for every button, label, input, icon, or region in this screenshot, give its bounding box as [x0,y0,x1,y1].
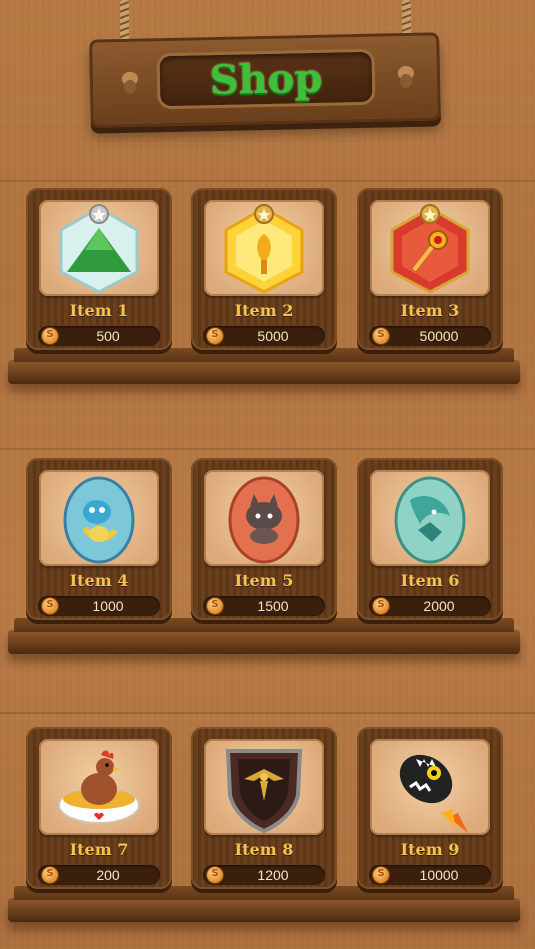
chicken-bowl-icon [58,750,140,824]
knot-icon [397,66,414,89]
shield-icon [225,749,303,834]
coin-icon [373,328,389,344]
price-tag: 1000 [38,596,160,616]
rocket-bomb-icon [399,754,468,833]
shelf-3 [8,886,520,922]
item-image [204,200,324,296]
price-tag: 200 [38,865,160,885]
wood-grain [0,180,535,182]
item-name: Item 8 [234,840,294,859]
item-image [39,200,159,296]
shop-item-6[interactable]: Item 6 2000 [357,458,503,620]
item-name: Item 5 [234,571,294,590]
page-title: Shop [209,54,323,105]
item-price: 50000 [419,328,459,344]
price-tag: 10000 [369,865,491,885]
item-name: Item 1 [69,301,129,320]
price-tag: 2000 [369,596,491,616]
knot-icon [121,71,138,94]
coin-icon [207,328,223,344]
coin-icon [42,328,58,344]
item-price: 1200 [257,867,289,883]
shop-item-3[interactable]: Item 3 50000 [357,188,503,350]
shop-item-2[interactable]: Item 2 5000 [191,188,337,350]
item-image [39,470,159,566]
shop-item-8[interactable]: Item 8 1200 [191,727,337,889]
item-name: Item 4 [69,571,129,590]
coin-icon [42,867,58,883]
item-price: 5000 [257,328,289,344]
coin-icon [373,598,389,614]
red-gem-key-icon [390,204,470,294]
shop-title-sign: Shop [89,32,441,128]
item-price: 2000 [423,598,455,614]
item-price: 1500 [257,598,289,614]
item-price: 10000 [419,867,459,883]
item-image [204,739,324,835]
item-price: 500 [96,328,120,344]
teal-dragon-egg-icon [394,476,466,564]
coin-icon [373,867,389,883]
item-name: Item 9 [400,840,460,859]
shop-item-5[interactable]: Item 5 1500 [191,458,337,620]
price-tag: 5000 [203,326,325,346]
item-price: 200 [96,867,120,883]
shop-item-4[interactable]: Item 4 1000 [26,458,172,620]
shelf-2 [8,618,520,654]
wood-grain [0,712,535,714]
item-image [370,739,490,835]
price-tag: 1200 [203,865,325,885]
item-name: Item 3 [400,301,460,320]
coin-icon [207,598,223,614]
sign-plate: Shop [156,48,376,110]
item-image [370,470,490,566]
item-name: Item 2 [234,301,294,320]
wood-grain [0,448,535,450]
red-wolf-egg-icon [228,476,300,564]
blue-dragon-egg-icon [63,476,135,564]
item-image [370,200,490,296]
price-tag: 500 [38,326,160,346]
item-name: Item 6 [400,571,460,590]
shop-item-7[interactable]: Item 7 200 [26,727,172,889]
shop-item-9[interactable]: Item 9 10000 [357,727,503,889]
shelf-1 [8,348,520,384]
item-price: 1000 [92,598,124,614]
price-tag: 50000 [369,326,491,346]
item-name: Item 7 [69,840,129,859]
item-image [39,739,159,835]
coin-icon [207,867,223,883]
item-image [204,470,324,566]
coin-icon [42,598,58,614]
price-tag: 1500 [203,596,325,616]
shop-item-1[interactable]: Item 1 500 [26,188,172,350]
green-mountain-gem-icon [59,204,139,294]
yellow-gem-icon [224,204,304,294]
